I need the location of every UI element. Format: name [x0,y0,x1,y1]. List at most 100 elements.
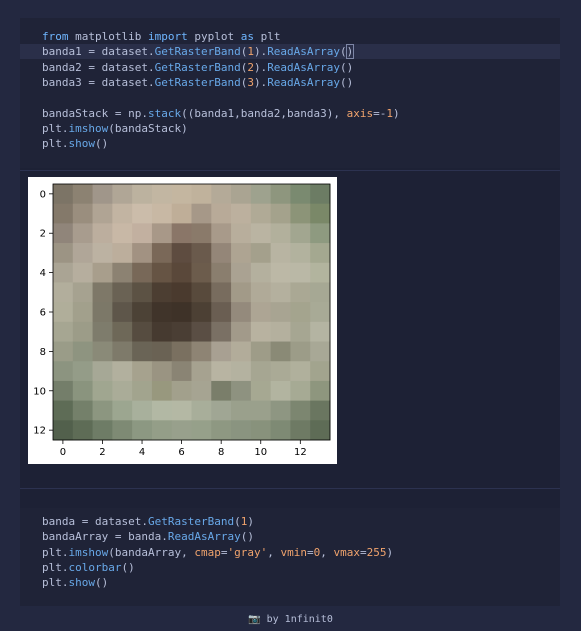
code-token: banda3 = dataset. [42,75,155,89]
heatmap-cell [151,400,173,421]
code-line[interactable]: plt.show() [20,136,560,151]
heatmap-cell [92,203,113,224]
heatmap-cell [211,400,232,421]
y-tick-label: 8 [40,347,46,358]
heatmap-cell [191,321,212,342]
heatmap-cell [132,361,153,382]
code-token: plt. [42,560,69,574]
code-line[interactable]: banda2 = dataset.GetRasterBand(2).ReadAs… [20,60,560,75]
heatmap-cell [112,302,133,323]
y-tick-label: 10 [33,386,46,397]
heatmap-cell [92,302,113,323]
cell-output-plot: 0 2 4 6 8 10 12 0 2 4 6 8 10 12 [28,177,337,464]
heatmap-cell [310,321,331,342]
heatmap-cell [132,341,153,362]
code-token: imshow [68,121,109,135]
code-token: 2 [247,60,254,74]
x-tick-label: 0 [60,447,66,458]
heatmap-cell [270,380,291,402]
code-line[interactable]: bandaArray = banda.ReadAsArray() [20,529,560,544]
heatmap-cell [211,203,232,224]
code-token: ( [234,515,241,528]
heatmap-cell [231,184,252,205]
heatmap-cell [270,184,291,205]
heatmap-cell [290,243,311,264]
heatmap-cell [191,420,212,441]
heatmap-cell [211,282,232,303]
code-token: () [240,530,254,544]
code-token: ). [253,75,268,89]
code-token: = [359,545,367,559]
heatmap-cell [151,361,173,382]
code-line[interactable]: plt.imshow(bandaArray, cmap = 'gray', vmin… [20,545,560,560]
code-line[interactable]: banda = dataset.GetRasterBand(1) [20,514,560,529]
code-cell-2[interactable]: banda = dataset.GetRasterBand(1) bandaArr… [20,508,560,606]
code-token: GetRasterBand [154,75,241,89]
heatmap-cell [171,361,192,382]
heatmap-cell [151,380,173,402]
heatmap-cell [250,203,272,224]
heatmap-cell [211,243,232,264]
code-line[interactable]: banda1 = dataset.GetRasterBand (1).ReadAs… [20,44,560,60]
heatmap-cell [290,380,311,402]
code-line[interactable] [20,90,560,105]
code-token: bandaStack = np. [42,106,148,120]
heatmap-cell [211,361,232,382]
y-tick-label: 0 [40,189,46,200]
heatmap-cell [250,282,272,303]
heatmap-cell [92,361,113,382]
heatmap-cell [290,203,311,224]
y-tick-label: 4 [40,268,46,279]
code-line[interactable]: plt.colorbar() [20,560,560,575]
heatmap-cell [211,380,232,402]
heatmap-cell [270,420,291,441]
heatmap-cell [112,223,133,244]
heatmap-cell [132,380,153,402]
code-line[interactable]: from matplotlib import pyplot as plt [20,29,560,44]
code-line[interactable]: banda3 = dataset.GetRasterBand(3).ReadAs… [20,75,560,90]
code-token: () [95,137,109,151]
heatmap-cell [92,243,113,264]
heatmap-cell [132,302,153,323]
heatmap-cell [171,302,192,323]
heatmap-cell [171,341,192,362]
code-token: , [320,545,334,559]
code-token: plt. [42,121,69,135]
heatmap-cell [53,282,74,303]
heatmap-cell [53,321,74,342]
heatmap-cell [290,262,311,283]
code-token: banda2 = dataset. [42,60,155,74]
heatmap-cell [151,321,173,342]
heatmap-cell [151,243,173,264]
heatmap-cell [171,420,192,441]
heatmap-cell [290,282,311,303]
code-cell-1[interactable]: from matplotlib import pyplot as plt band… [20,18,560,168]
code-token: 255 [366,545,387,559]
x-tick-label: 8 [218,447,224,458]
code-token: import [147,30,188,43]
heatmap-cell [250,420,272,441]
heatmap-cell [171,243,192,264]
code-token: as [240,30,254,43]
code-token: banda = dataset. [42,515,148,528]
heatmap-cell [151,184,173,205]
heatmap-cell [211,321,232,342]
heatmap-cell [270,341,291,362]
heatmap-cell [112,282,133,303]
heatmap-cell [72,262,93,283]
heatmap-cell [310,262,331,283]
heatmap-cell [211,184,232,205]
cell-divider [20,170,560,171]
code-token: GetRasterBand [147,515,235,528]
code-line[interactable]: plt.show() [20,575,560,590]
heatmap-cell [231,380,252,402]
code-token: ) [386,545,394,559]
heatmap-cell [92,282,113,303]
code-line[interactable]: bandaStack = np.stack((banda1,banda2,ban… [20,106,560,121]
x-tick-label: 10 [254,447,267,458]
code-line[interactable]: plt.imshow(bandaStack) [20,121,560,136]
code-token: 'gray' [227,545,268,559]
code-token: ). [253,45,268,59]
code-token: ). [253,60,268,74]
heatmap-cell [92,400,113,421]
